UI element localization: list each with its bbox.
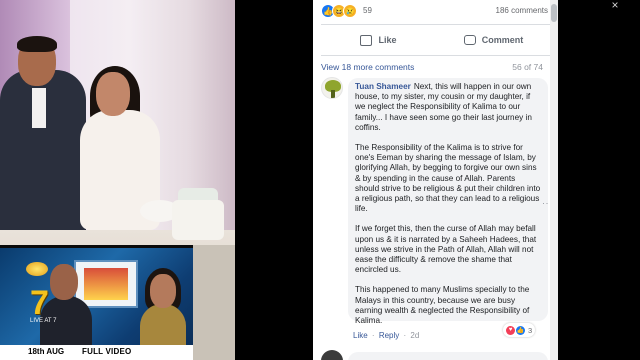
tv-news-inset: 7 LIVE AT 7 18th AUG FULL VIDEO [0, 245, 193, 360]
like-reaction-small-icon: 👍 [516, 325, 525, 335]
avatar[interactable] [321, 77, 343, 99]
next-comment-avatar[interactable] [321, 350, 343, 360]
view-more-row: View 18 more comments 56 of 74 [321, 62, 551, 76]
post-action-bar: Like Comment [321, 24, 551, 56]
separator: · [371, 331, 375, 340]
next-comment-bubble [348, 352, 548, 360]
comment-reactions[interactable]: ♥ 👍 3 [503, 323, 536, 337]
groom-hair [17, 36, 57, 52]
reaction-icons: 👍 😆 😢 [321, 4, 357, 18]
ticker-banner: FULL VIDEO [82, 347, 132, 356]
comment-paragraph-4: This happened to many Muslims specially … [355, 285, 530, 326]
live-label: LIVE AT 7 [30, 318, 57, 324]
sad-reaction-icon: 😢 [343, 4, 357, 18]
comment-reaction-count: 3 [528, 325, 533, 335]
comment-button-label: Comment [481, 35, 524, 45]
comment-paragraph-1: Tuan Shameer Next, this will happen in ou… [355, 82, 541, 133]
comment-like-link[interactable]: Like [353, 331, 368, 340]
comments-count[interactable]: 186 comments [496, 6, 548, 15]
view-more-comments-link[interactable]: View 18 more comments [321, 62, 414, 72]
thumbs-up-icon [360, 34, 373, 46]
comment-paragraph-2: The Responsibility of the Kalima is to s… [355, 143, 541, 214]
like-button-label: Like [378, 35, 397, 45]
female-anchor-head [150, 274, 176, 308]
close-icon[interactable]: × [606, 0, 624, 12]
comment-button[interactable]: Comment [436, 25, 551, 55]
ticker-date: 18th AUG [28, 347, 65, 356]
comment-author[interactable]: Tuan Shameer [355, 82, 411, 91]
separator: · [403, 331, 407, 340]
wedding-cake [172, 200, 224, 240]
news-ticker: 18th AUG FULL VIDEO [0, 345, 193, 360]
male-anchor-head [50, 264, 78, 300]
heart-reaction-icon: ♥ [506, 325, 515, 335]
reactions-summary[interactable]: 👍 😆 😢 59 186 comments [313, 0, 558, 24]
comments-panel: 👍 😆 😢 59 186 comments Like Comment View … [313, 0, 558, 360]
like-button[interactable]: Like [321, 25, 436, 55]
comment-actions: Like · Reply · 2d [353, 331, 419, 340]
comments-scrollbar[interactable] [550, 0, 558, 360]
avatar-stem [331, 90, 335, 98]
scrollbar-thumb[interactable] [551, 4, 557, 22]
comment-bubble: Tuan Shameer Next, this will happen in ou… [348, 78, 548, 325]
bride-head [96, 72, 130, 116]
comment-paragraph-3: If we forget this, then the curse of All… [355, 224, 537, 275]
channel-logo-icon [26, 262, 48, 276]
groom-shirt [32, 88, 46, 128]
photo-table [193, 245, 235, 360]
reaction-count[interactable]: 59 [363, 6, 372, 15]
comment-timestamp[interactable]: 2d [410, 331, 419, 340]
comment-reply-link[interactable]: Reply [379, 331, 399, 340]
screen: 7 LIVE AT 7 18th AUG FULL VIDEO 👍 😆 😢 59… [0, 0, 640, 360]
speech-bubble-icon [463, 35, 476, 45]
comment-page-count: 56 of 74 [512, 62, 543, 72]
